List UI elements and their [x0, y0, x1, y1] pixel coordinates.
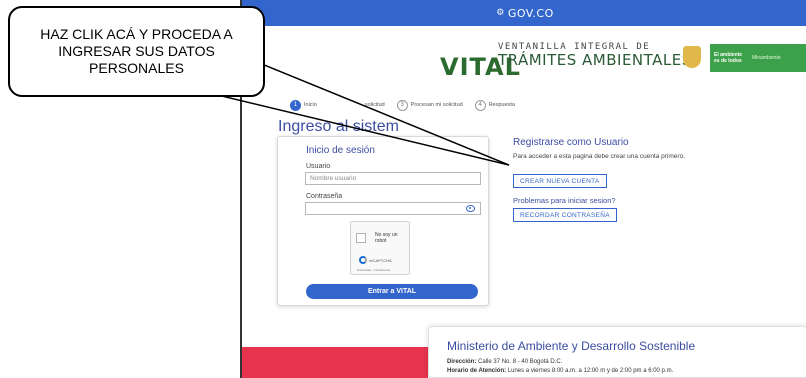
callout-text: HAZ CLIK ACÁ Y PROCEDA A INGRESAR SUS DA…	[40, 26, 233, 76]
instruction-callout: HAZ CLIK ACÁ Y PROCEDA A INGRESAR SUS DA…	[8, 6, 265, 97]
